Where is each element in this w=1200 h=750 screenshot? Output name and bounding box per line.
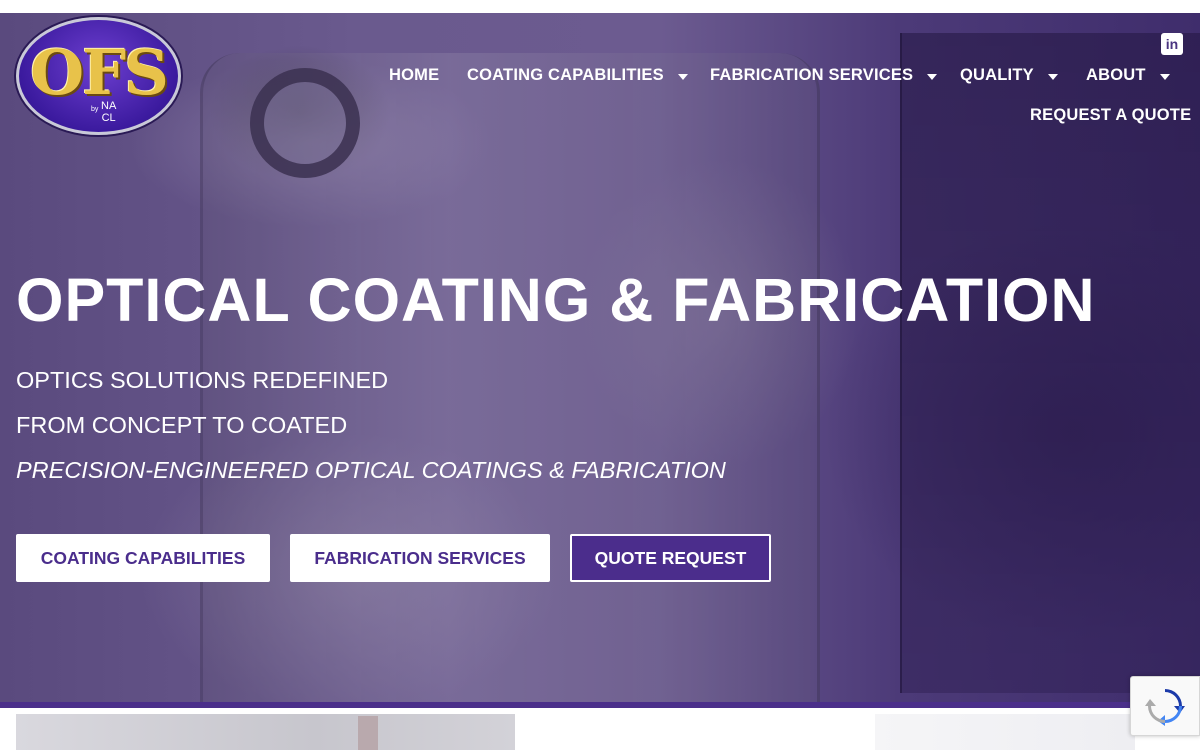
nav-item-label: HOME bbox=[389, 66, 440, 84]
nav-item-coating-capabilities[interactable]: COATING CAPABILITIES bbox=[467, 66, 688, 85]
hero-tagline-2: FROM CONCEPT TO COATED bbox=[16, 412, 348, 438]
nav-item-label: ABOUT bbox=[1086, 66, 1146, 84]
nav-item-home[interactable]: HOME bbox=[389, 66, 439, 85]
section-image-left bbox=[16, 714, 515, 750]
coating-capabilities-button[interactable]: COATING CAPABILITIES bbox=[16, 534, 270, 582]
nav-item-label: QUALITY bbox=[960, 66, 1034, 84]
nav-item-label: COATING CAPABILITIES bbox=[467, 66, 664, 84]
chevron-down-icon[interactable] bbox=[1047, 73, 1058, 80]
nav-item-label: REQUEST A QUOTE bbox=[1030, 106, 1192, 124]
linkedin-icon[interactable]: in bbox=[1161, 33, 1183, 55]
chevron-down-icon[interactable] bbox=[927, 73, 938, 80]
nav-item-about[interactable]: ABOUT bbox=[1086, 66, 1170, 85]
chevron-down-icon[interactable] bbox=[677, 73, 688, 80]
nav-item-label: FABRICATION SERVICES bbox=[710, 66, 914, 84]
recaptcha-badge[interactable] bbox=[1130, 676, 1200, 736]
quote-request-button[interactable]: QUOTE REQUEST bbox=[570, 534, 771, 582]
fabrication-services-button[interactable]: FABRICATION SERVICES bbox=[290, 534, 550, 582]
section-image-right bbox=[875, 714, 1135, 750]
nav-item-request-quote[interactable]: REQUEST A QUOTE bbox=[1030, 106, 1191, 125]
nav-item-fabrication-services[interactable]: FABRICATION SERVICES bbox=[710, 66, 938, 85]
hero-tagline-1: OPTICS SOLUTIONS REDEFINED bbox=[16, 367, 389, 393]
hero-tagline-3: PRECISION-ENGINEERED OPTICAL COATINGS & … bbox=[16, 457, 726, 483]
chevron-down-icon[interactable] bbox=[1159, 73, 1170, 80]
nav-item-quality[interactable]: QUALITY bbox=[960, 66, 1058, 85]
main-navigation: HOME COATING CAPABILITIES FABRICATION SE… bbox=[0, 0, 1200, 140]
hero-title: OPTICAL COATING & FABRICATION bbox=[16, 266, 1096, 334]
recaptcha-icon bbox=[1145, 689, 1185, 726]
